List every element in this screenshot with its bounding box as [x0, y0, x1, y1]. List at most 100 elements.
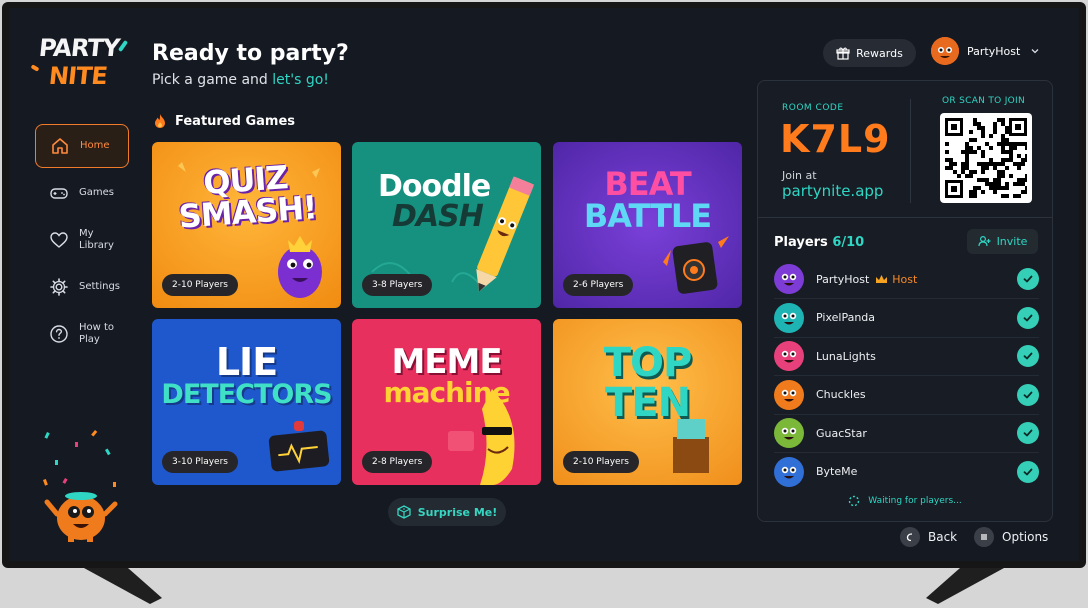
page-title: Ready to party?	[152, 41, 349, 66]
gear-icon	[49, 277, 69, 297]
divider	[774, 298, 1039, 299]
subtitle-accent: let's go!	[272, 72, 329, 88]
game-card-doodle-dash[interactable]: Doodle DASH 3-8 Players	[352, 142, 541, 308]
back-icon	[900, 527, 920, 547]
waiting-text: Waiting for players...	[868, 496, 962, 506]
tv-stand-leg-left	[80, 568, 166, 606]
featured-label: Featured Games	[175, 113, 296, 129]
player-row[interactable]: PixelPanda	[774, 302, 1039, 334]
add-user-icon	[977, 235, 991, 248]
player-avatar	[774, 341, 804, 371]
game-title: MEME machine	[383, 342, 510, 409]
game-card-lie-detectors[interactable]: LIE DETECTORS 3-10 Players	[152, 319, 341, 485]
gamepad-icon	[49, 183, 69, 203]
divider	[758, 217, 1052, 218]
game-title: BEAT BATTLE	[583, 165, 712, 235]
tv-frame: PARTY NITE Home Games My Library Setting…	[2, 2, 1086, 568]
player-avatar	[774, 302, 804, 333]
scan-label: OR SCAN TO JOIN	[942, 96, 1026, 106]
player-row[interactable]: GuacStar	[774, 417, 1039, 449]
game-card-top-ten[interactable]: TOP TEN 2-10 Players	[553, 319, 742, 485]
divider	[910, 99, 911, 203]
sidebar-item-label: Games	[79, 187, 114, 198]
ready-check-icon	[1017, 268, 1039, 290]
player-name: PixelPanda	[816, 311, 876, 324]
player-avatar	[774, 264, 804, 294]
profile-name: PartyHost	[967, 44, 1021, 58]
tv-stand-leg-right	[922, 568, 1008, 606]
sidebar-item-settings[interactable]: Settings	[35, 265, 129, 309]
options-label: Options	[1002, 530, 1049, 544]
player-name: PartyHost	[816, 272, 870, 286]
sidebar-item-games[interactable]: Games	[35, 171, 129, 215]
room-code: K7L9	[780, 117, 891, 161]
chevron-down-icon	[1030, 46, 1040, 56]
sidebar-item-label: Settings	[79, 281, 121, 292]
join-url: partynite.app	[782, 182, 884, 200]
featured-heading: Featured Games	[153, 113, 295, 129]
game-card-meme-machine[interactable]: MEME machine 2-8 Players	[352, 319, 541, 485]
player-row[interactable]: Chuckles	[774, 379, 1039, 411]
loading-spinner-icon	[848, 495, 860, 507]
game-title: LIE DETECTORS	[161, 340, 332, 410]
sidebar-item-label: My Library	[79, 228, 114, 251]
qr-code	[940, 113, 1032, 203]
menu-icon	[974, 527, 994, 547]
player-count-pill: 2-10 Players	[563, 451, 639, 473]
player-avatar	[774, 418, 804, 448]
game-card-beat-battle[interactable]: BEAT BATTLE 2-6 Players	[553, 142, 742, 308]
sidebar-item-label: How to Play	[79, 322, 115, 345]
home-icon	[50, 136, 70, 156]
logo-line-1: PARTY	[37, 34, 121, 62]
invite-button[interactable]: Invite	[967, 229, 1038, 254]
logo-spark	[30, 64, 40, 72]
player-row[interactable]: PartyHost Host	[774, 263, 1039, 295]
player-count-pill: 3-8 Players	[362, 274, 433, 296]
player-count-pill: 2-8 Players	[362, 451, 433, 473]
player-row[interactable]: LunaLights	[774, 340, 1039, 372]
avatar	[931, 37, 959, 65]
sidebar-item-home[interactable]: Home	[35, 124, 129, 168]
dice-icon	[397, 505, 411, 519]
divider	[774, 413, 1039, 415]
game-card-quiz-smash[interactable]: QUIZ SMASH! 2-10 Players	[152, 142, 341, 308]
logo-line-2: NITE	[47, 62, 109, 90]
mascot-illustration	[35, 420, 125, 542]
fire-icon	[153, 113, 167, 129]
host-badge: Host	[875, 273, 917, 286]
surprise-me-button[interactable]: Surprise Me!	[388, 498, 506, 526]
ready-check-icon	[1017, 460, 1039, 483]
subtitle-text: Pick a game and	[152, 72, 273, 88]
screen: PARTY NITE Home Games My Library Setting…	[9, 8, 1079, 561]
ready-check-icon	[1017, 422, 1039, 444]
player-name: LunaLights	[816, 349, 876, 363]
sidebar-nav: Home Games My Library Settings How to Pl…	[35, 124, 129, 359]
player-avatar	[774, 379, 804, 410]
invite-label: Invite	[996, 235, 1028, 248]
sidebar-item-how-to-play[interactable]: How to Play	[35, 312, 129, 356]
player-count-pill: 2-10 Players	[162, 274, 238, 296]
player-name: Chuckles	[816, 388, 866, 401]
join-at-label: Join at	[782, 169, 817, 182]
sidebar-item-label: Home	[80, 140, 110, 151]
waiting-status: Waiting for players...	[758, 495, 1052, 507]
game-title: QUIZ SMASH!	[177, 158, 318, 236]
divider	[774, 452, 1039, 453]
options-button[interactable]: Options	[974, 527, 1048, 547]
game-title: Doodle DASH	[378, 169, 491, 234]
profile-menu[interactable]: PartyHost	[931, 37, 1040, 65]
player-count-pill: 3-10 Players	[162, 451, 238, 473]
ready-check-icon	[1017, 345, 1039, 367]
divider	[774, 336, 1039, 338]
player-row[interactable]: ByteMe	[774, 456, 1039, 488]
back-button[interactable]: Back	[900, 527, 957, 547]
back-label: Back	[928, 530, 958, 544]
sidebar-item-library[interactable]: My Library	[35, 218, 129, 262]
surprise-label: Surprise Me!	[417, 505, 498, 519]
player-count-pill: 2-6 Players	[563, 274, 634, 296]
lobby-panel: ROOM CODE K7L9 Join at partynite.app OR …	[757, 80, 1053, 522]
heart-icon	[49, 230, 69, 250]
player-name: GuacStar	[816, 426, 867, 440]
ready-check-icon	[1017, 306, 1039, 329]
rewards-button[interactable]: Rewards	[823, 39, 916, 67]
